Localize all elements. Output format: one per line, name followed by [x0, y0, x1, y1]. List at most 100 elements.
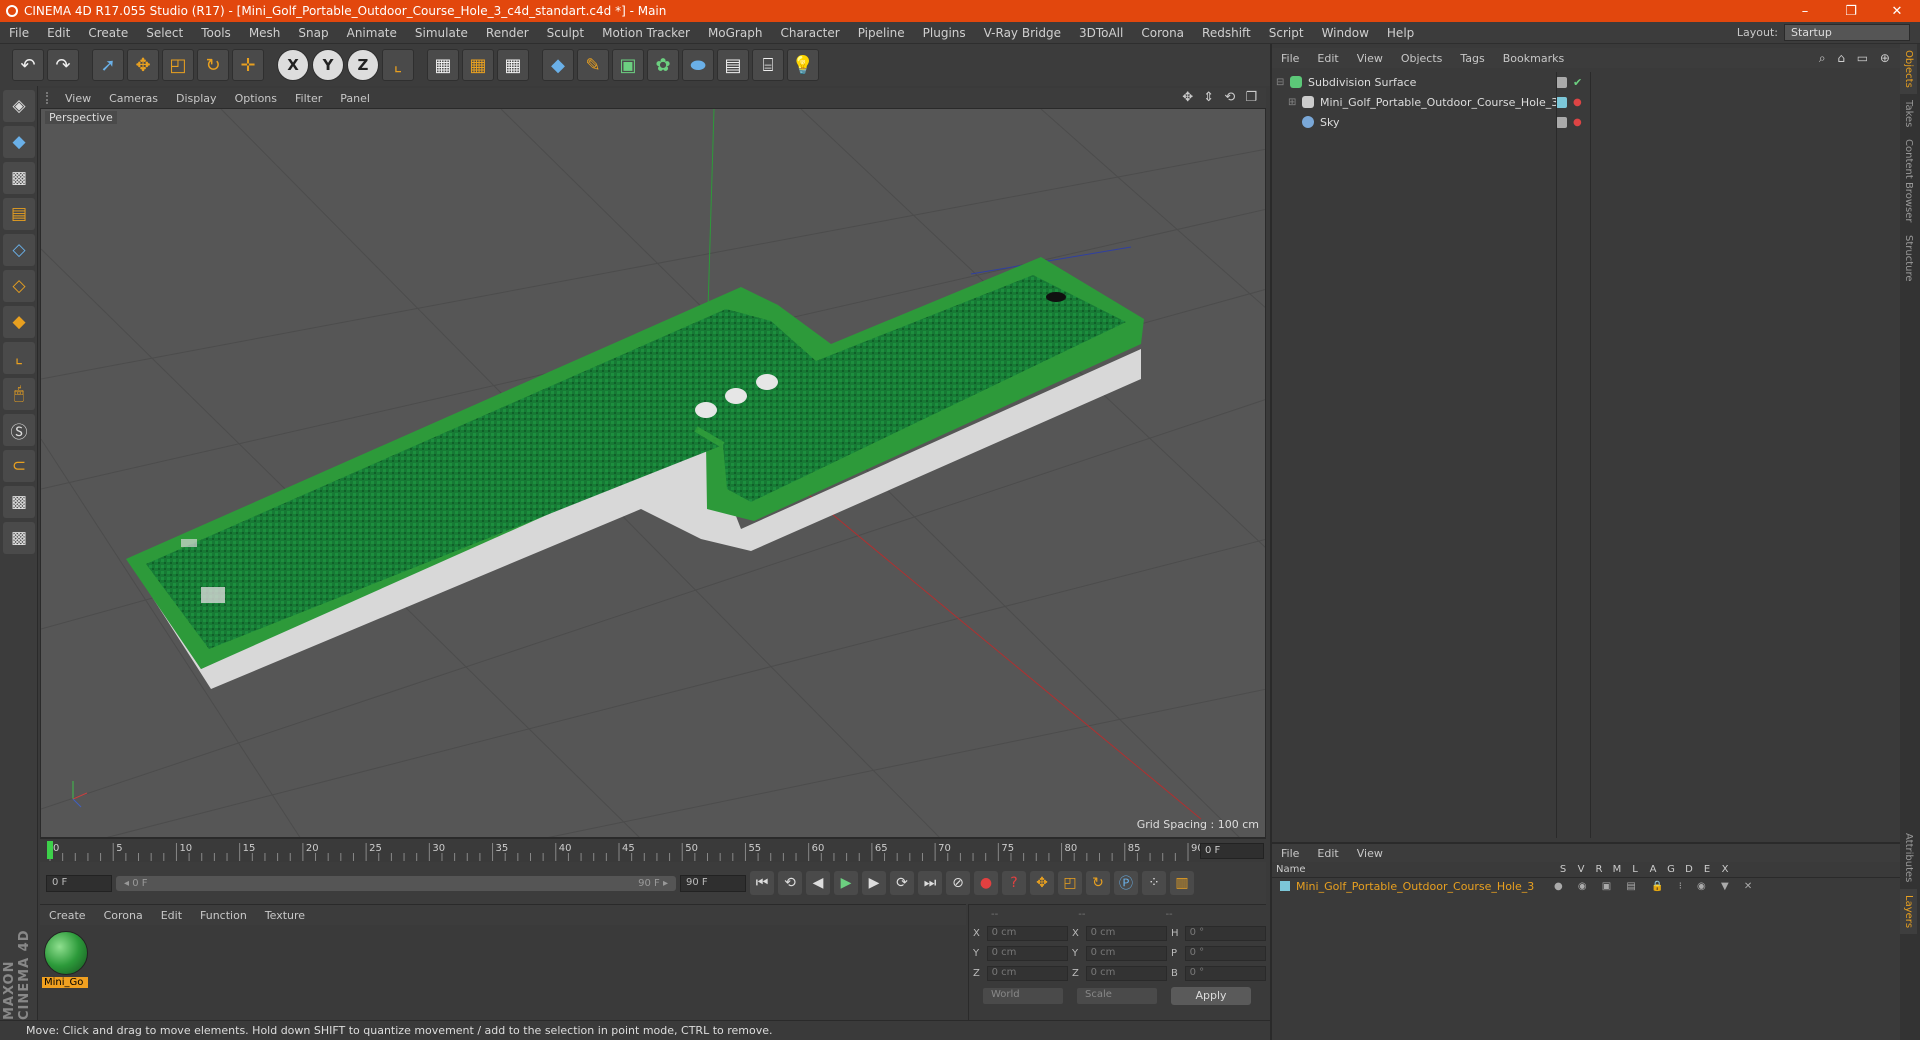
- cube-primitive-icon[interactable]: ◆: [542, 49, 574, 81]
- make-editable-icon[interactable]: ◈: [3, 90, 35, 122]
- preview-range-slider[interactable]: ◂ 0 F 90 F ▸: [116, 875, 676, 891]
- mini-golf-course-model[interactable]: [126, 257, 1144, 689]
- objects-menu-bookmarks[interactable]: Bookmarks: [1494, 52, 1573, 65]
- tab-content-browser[interactable]: Content Browser: [1900, 133, 1917, 228]
- objects-menu-view[interactable]: View: [1348, 52, 1392, 65]
- x-axis-lock-icon[interactable]: X: [277, 49, 309, 81]
- objects-menu-file[interactable]: File: [1272, 52, 1308, 65]
- column-animation[interactable]: A: [1644, 864, 1662, 875]
- material-menu-create[interactable]: Create: [40, 909, 95, 922]
- recent-tools-icon[interactable]: ✛: [232, 49, 264, 81]
- layer-flag-icons[interactable]: ● ◉ ▣ ▤ 🔒 ⁝ ◉ ▼ ✕: [1554, 881, 1758, 892]
- record-keys-icon[interactable]: ⊘: [946, 871, 970, 895]
- layers-menu-edit[interactable]: Edit: [1308, 847, 1347, 860]
- column-locked[interactable]: L: [1626, 864, 1644, 875]
- layer-color-icon[interactable]: [1556, 96, 1567, 108]
- timeline-ruler[interactable]: 0 5 10 15 20 25 30 35 40 45 50 55 60 65 70 75 80 85 90: [40, 838, 1266, 862]
- pen-spline-icon[interactable]: ✎: [577, 49, 609, 81]
- camera-icon[interactable]: ⌸: [752, 49, 784, 81]
- menu-mesh[interactable]: Mesh: [240, 26, 290, 40]
- size-x-field[interactable]: 0 cm: [1085, 925, 1167, 941]
- material-swatch[interactable]: [44, 931, 88, 975]
- tab-objects[interactable]: Objects: [1900, 44, 1917, 94]
- y-axis-lock-icon[interactable]: Y: [312, 49, 344, 81]
- z-axis-lock-icon[interactable]: Z: [347, 49, 379, 81]
- column-manager[interactable]: M: [1608, 864, 1626, 875]
- visibility-dot-icon[interactable]: ●: [1573, 97, 1582, 108]
- expand-collapse-icon[interactable]: ⊞: [1288, 97, 1302, 108]
- menu-motion-tracker[interactable]: Motion Tracker: [593, 26, 699, 40]
- render-settings-icon[interactable]: ▦: [497, 49, 529, 81]
- layers-menu-file[interactable]: File: [1272, 847, 1308, 860]
- column-solo[interactable]: S: [1554, 864, 1572, 875]
- undo-icon[interactable]: ↶: [12, 49, 44, 81]
- array-generator-icon[interactable]: ✿: [647, 49, 679, 81]
- menu-select[interactable]: Select: [137, 26, 192, 40]
- size-z-field[interactable]: 0 cm: [1085, 965, 1167, 981]
- menu-help[interactable]: Help: [1378, 26, 1423, 40]
- rotation-b-field[interactable]: 0 °: [1184, 965, 1266, 981]
- layers-menu-view[interactable]: View: [1348, 847, 1392, 860]
- menu-animate[interactable]: Animate: [338, 26, 406, 40]
- edges-mode-icon[interactable]: ◇: [3, 270, 35, 302]
- next-key-icon[interactable]: ⟳: [890, 871, 914, 895]
- restore-button[interactable]: ❐: [1828, 4, 1874, 19]
- subdivision-surface-icon[interactable]: ▣: [612, 49, 644, 81]
- key-point-level-icon[interactable]: ⁘: [1142, 871, 1166, 895]
- axis-mode-icon[interactable]: ⌞: [3, 342, 35, 374]
- column-render[interactable]: R: [1590, 864, 1608, 875]
- timeline-window-icon[interactable]: ▥: [1170, 871, 1194, 895]
- tweak-mode-icon[interactable]: 🖱: [3, 378, 35, 410]
- record-active-icon[interactable]: ●: [974, 871, 998, 895]
- column-generators[interactable]: G: [1662, 864, 1680, 875]
- workplane-lock-icon[interactable]: ▩: [3, 486, 35, 518]
- scale-tool-icon[interactable]: ◰: [162, 49, 194, 81]
- objects-menu-edit[interactable]: Edit: [1308, 52, 1347, 65]
- objects-menu-objects[interactable]: Objects: [1392, 52, 1452, 65]
- coordinate-system-icon[interactable]: ⌞: [382, 49, 414, 81]
- tree-item-sky[interactable]: Sky ●: [1272, 112, 1900, 132]
- size-mode-dropdown[interactable]: Scale: [1077, 988, 1157, 1004]
- minimize-button[interactable]: –: [1782, 4, 1828, 19]
- key-scale-icon[interactable]: ◰: [1058, 871, 1082, 895]
- menu-edit[interactable]: Edit: [38, 26, 79, 40]
- column-divider[interactable]: [1556, 72, 1557, 838]
- layer-color-swatch[interactable]: [1280, 880, 1290, 891]
- panel-grip-icon[interactable]: [46, 92, 56, 104]
- points-mode-icon[interactable]: ◇: [3, 234, 35, 266]
- current-frame-field[interactable]: 0 F: [1200, 843, 1264, 859]
- move-tool-icon[interactable]: ✥: [127, 49, 159, 81]
- start-frame-field[interactable]: 0 F: [46, 874, 112, 892]
- position-z-field[interactable]: 0 cm: [986, 965, 1068, 981]
- rotation-h-field[interactable]: 0 °: [1184, 925, 1266, 941]
- render-view-icon[interactable]: ▦: [427, 49, 459, 81]
- render-to-picture-viewer-icon[interactable]: ▦: [462, 49, 494, 81]
- texture-mode-icon[interactable]: ▩: [3, 162, 35, 194]
- snap-magnet-icon[interactable]: ⊂: [3, 450, 35, 482]
- object-manager-search-icons[interactable]: ⌕ ⌂ ▭ ⊕: [1819, 51, 1894, 66]
- next-frame-icon[interactable]: ▶: [862, 871, 886, 895]
- menu-file[interactable]: File: [0, 26, 38, 40]
- layer-tag-icon[interactable]: [1556, 76, 1567, 88]
- material-menu-corona[interactable]: Corona: [95, 909, 152, 922]
- go-to-start-icon[interactable]: ⏮: [750, 871, 774, 895]
- tab-layers[interactable]: Layers: [1900, 888, 1917, 934]
- polygons-mode-icon[interactable]: ◆: [3, 306, 35, 338]
- close-button[interactable]: ✕: [1874, 4, 1920, 19]
- position-y-field[interactable]: 0 cm: [986, 945, 1068, 961]
- floor-environment-icon[interactable]: ▤: [717, 49, 749, 81]
- visibility-dot-icon[interactable]: ●: [1573, 117, 1582, 128]
- material-menu-edit[interactable]: Edit: [152, 909, 191, 922]
- layer-row[interactable]: Mini_Golf_Portable_Outdoor_Course_Hole_3…: [1272, 878, 1900, 894]
- menu-create[interactable]: Create: [79, 26, 137, 40]
- key-parameter-icon[interactable]: Ⓟ: [1114, 871, 1138, 895]
- tree-item-subdivision-surface[interactable]: ⊟ Subdivision Surface ✔: [1272, 72, 1900, 92]
- coordinate-space-dropdown[interactable]: World: [983, 988, 1063, 1004]
- tab-attributes[interactable]: Attributes: [1900, 827, 1917, 888]
- live-selection-icon[interactable]: ➚: [92, 49, 124, 81]
- rotation-p-field[interactable]: 0 °: [1184, 945, 1266, 961]
- menu-redshift[interactable]: Redshift: [1193, 26, 1260, 40]
- viewport-menu-cameras[interactable]: Cameras: [100, 92, 167, 105]
- tab-takes[interactable]: Takes: [1900, 94, 1917, 133]
- viewport-menu-panel[interactable]: Panel: [331, 92, 379, 105]
